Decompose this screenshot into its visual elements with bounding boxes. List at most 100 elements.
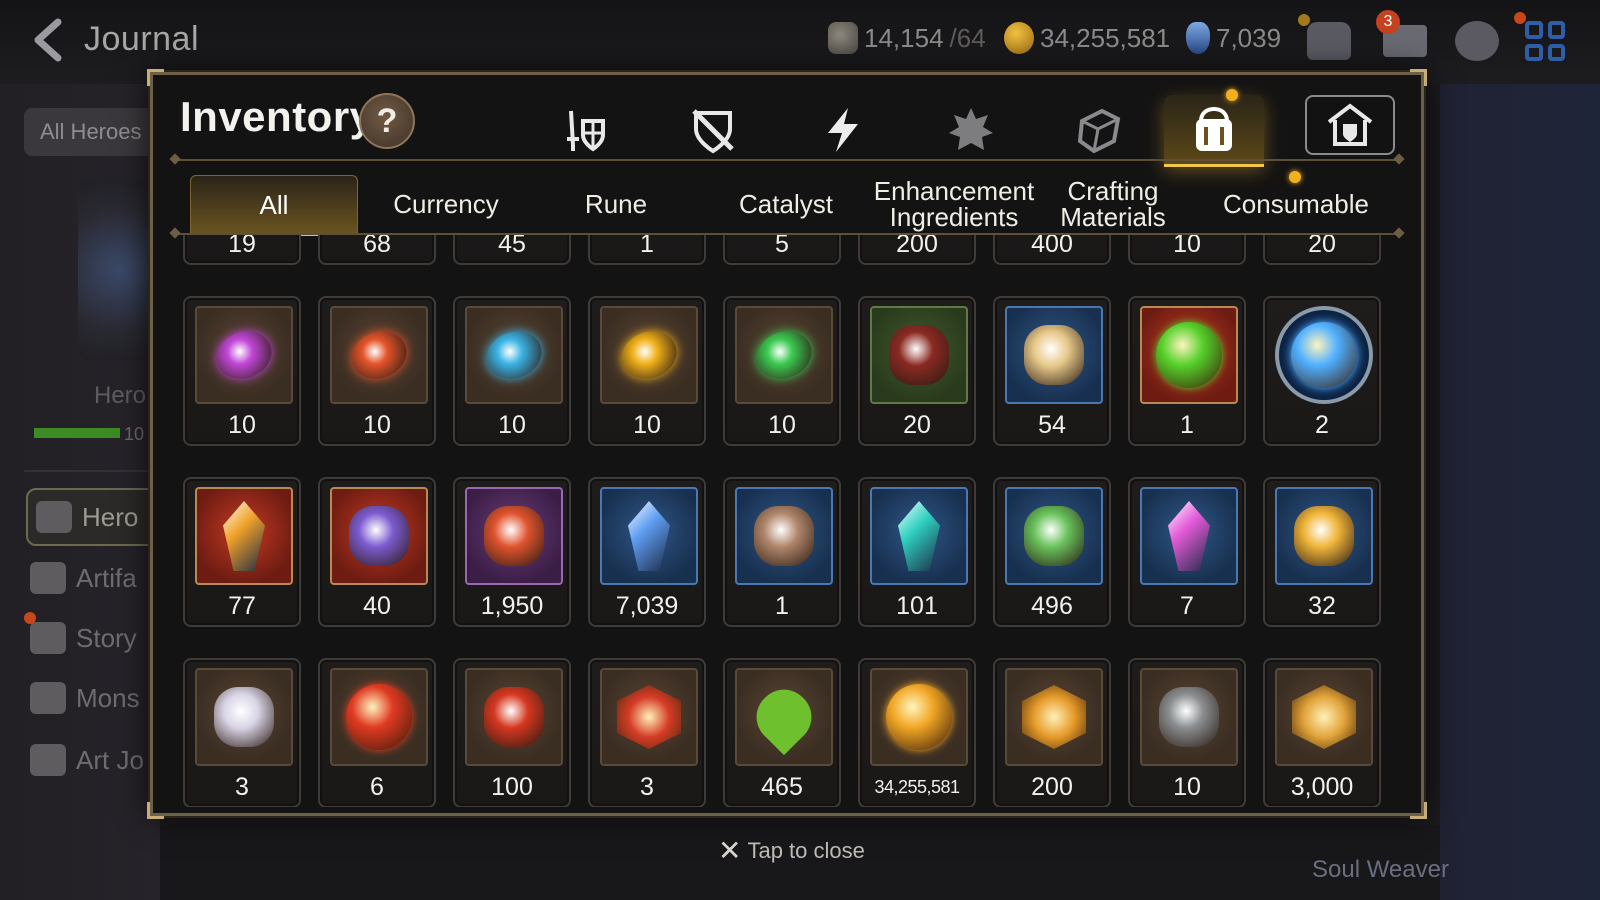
skystone-counter: 7,039 xyxy=(1186,22,1281,54)
help-button[interactable]: ? xyxy=(359,93,415,149)
inventory-item[interactable]: 400 xyxy=(993,235,1111,265)
inventory-item[interactable]: 200 xyxy=(993,658,1111,807)
inventory-item[interactable]: 7 xyxy=(1128,477,1246,627)
inventory-item[interactable]: 32 xyxy=(1263,477,1381,627)
side-menu-art-journal[interactable]: Art Jo xyxy=(30,744,144,776)
side-menu-story[interactable]: Story xyxy=(30,622,137,654)
side-menu-monster[interactable]: Mons xyxy=(30,682,140,714)
chat-button[interactable] xyxy=(1452,16,1502,66)
inventory-item[interactable]: 5 xyxy=(723,235,841,265)
subtab-currency[interactable]: Currency xyxy=(363,175,529,233)
tab-hero-items[interactable] xyxy=(921,95,1021,165)
tab-equipment[interactable] xyxy=(534,95,634,165)
side-menu-label: Artifa xyxy=(76,562,137,593)
inventory-item[interactable]: 101 xyxy=(858,477,976,627)
inventory-item[interactable]: 6 xyxy=(318,658,436,807)
bag-button[interactable] xyxy=(1298,14,1354,66)
side-menu-artifact[interactable]: Artifa xyxy=(30,562,137,594)
corner-ornament xyxy=(147,69,164,86)
inventory-item[interactable]: 10 xyxy=(1128,658,1246,807)
crossed-shield-icon xyxy=(692,109,734,154)
inventory-item[interactable]: 10 xyxy=(588,296,706,446)
item-quantity: 20 xyxy=(1308,235,1336,258)
item-frame xyxy=(1275,668,1373,766)
page-title: Journal xyxy=(84,20,200,58)
inventory-item[interactable]: 10 xyxy=(183,296,301,446)
item-quantity: 20 xyxy=(903,411,931,439)
inventory-item[interactable]: 19 xyxy=(183,235,301,265)
stamina-value: 14,154 xyxy=(864,22,944,53)
progress-bar xyxy=(34,428,120,438)
inventory-item[interactable]: 496 xyxy=(993,477,1111,627)
subtab-catalyst[interactable]: Catalyst xyxy=(703,175,869,233)
inventory-item[interactable]: 100 xyxy=(453,658,571,807)
inventory-item[interactable]: 465 xyxy=(723,658,841,807)
chat-icon xyxy=(1455,21,1499,61)
red-flower-ring-icon xyxy=(484,506,544,566)
inventory-item[interactable]: 10 xyxy=(723,296,841,446)
item-frame xyxy=(330,487,428,585)
filter-chip[interactable]: All Heroes xyxy=(24,108,160,156)
inventory-item[interactable]: 20 xyxy=(858,296,976,446)
close-hint[interactable]: ✕ Tap to close xyxy=(718,834,865,867)
ginseng-root-icon xyxy=(1024,325,1084,385)
tab-items[interactable] xyxy=(1164,89,1264,167)
inventory-item[interactable]: 1 xyxy=(588,235,706,265)
gold-fist-emblem-icon xyxy=(1292,685,1356,749)
item-frame xyxy=(1275,306,1373,404)
item-frame xyxy=(600,487,698,585)
menu-button[interactable] xyxy=(1514,12,1570,66)
back-button[interactable] xyxy=(24,16,72,64)
inventory-item[interactable]: 45 xyxy=(453,235,571,265)
close-hint-label: Tap to close xyxy=(747,837,865,863)
gold-value: 34,255,581 xyxy=(1040,22,1171,53)
inventory-item[interactable]: 34,255,581 xyxy=(858,658,976,807)
inventory-item[interactable]: 20 xyxy=(1263,235,1381,265)
notification-dot xyxy=(1226,89,1238,101)
item-frame xyxy=(1005,306,1103,404)
item-grid-viewport[interactable]: 19 68 45 1 5 200 400 10 20 10 10 10 10 10 20 54 1 2 77 40 1,… xyxy=(175,235,1399,807)
inventory-item[interactable]: 3,000 xyxy=(1263,658,1381,807)
item-frame xyxy=(330,668,428,766)
subtab-crafting[interactable]: Crafting Materials xyxy=(1053,175,1173,233)
subtab-all[interactable]: All xyxy=(190,175,358,236)
inventory-item[interactable]: 1,950 xyxy=(453,477,571,627)
corner-ornament xyxy=(1410,802,1427,819)
inventory-item[interactable]: 7,039 xyxy=(588,477,706,627)
red-rune-icon xyxy=(344,323,414,387)
item-quantity: 54 xyxy=(1038,411,1066,439)
item-frame xyxy=(870,668,968,766)
inventory-item[interactable]: 2 xyxy=(1263,296,1381,446)
inventory-item[interactable]: 3 xyxy=(183,658,301,807)
inventory-item[interactable]: 1 xyxy=(1128,296,1246,446)
progress-number: 10 xyxy=(124,424,145,444)
item-frame xyxy=(870,306,968,404)
grid-menu-icon xyxy=(1525,21,1565,61)
tab-artifact[interactable] xyxy=(793,95,893,165)
inventory-item[interactable]: 10 xyxy=(1128,235,1246,265)
subtab-rune[interactable]: Rune xyxy=(533,175,699,233)
inventory-item[interactable]: 1 xyxy=(723,477,841,627)
tab-materials[interactable] xyxy=(1049,95,1149,165)
subtab-consumable[interactable]: Consumable xyxy=(1213,175,1379,233)
subtab-enhancement[interactable]: Enhancement Ingredients xyxy=(869,175,1039,233)
side-menu-label: Story xyxy=(76,622,137,653)
item-quantity: 101 xyxy=(896,592,938,620)
inventory-item[interactable]: 54 xyxy=(993,296,1111,446)
inventory-item[interactable]: 3 xyxy=(588,658,706,807)
item-quantity: 5 xyxy=(775,235,789,258)
inventory-item[interactable]: 68 xyxy=(318,235,436,265)
inventory-item[interactable]: 10 xyxy=(453,296,571,446)
inventory-item[interactable]: 200 xyxy=(858,235,976,265)
item-quantity: 2 xyxy=(1315,411,1329,439)
notification-dot xyxy=(1289,171,1301,183)
item-grid: 19 68 45 1 5 200 400 10 20 10 10 10 10 10 20 54 1 2 77 40 1,… xyxy=(183,235,1381,807)
tab-storage[interactable] xyxy=(1305,95,1395,155)
mail-button[interactable]: 3 xyxy=(1376,10,1430,66)
side-menu-hero[interactable]: Hero xyxy=(26,488,158,546)
tab-unequipped[interactable] xyxy=(663,95,763,165)
inventory-item[interactable]: 40 xyxy=(318,477,436,627)
inventory-item[interactable]: 77 xyxy=(183,477,301,627)
item-quantity: 1,950 xyxy=(480,592,544,620)
inventory-item[interactable]: 10 xyxy=(318,296,436,446)
